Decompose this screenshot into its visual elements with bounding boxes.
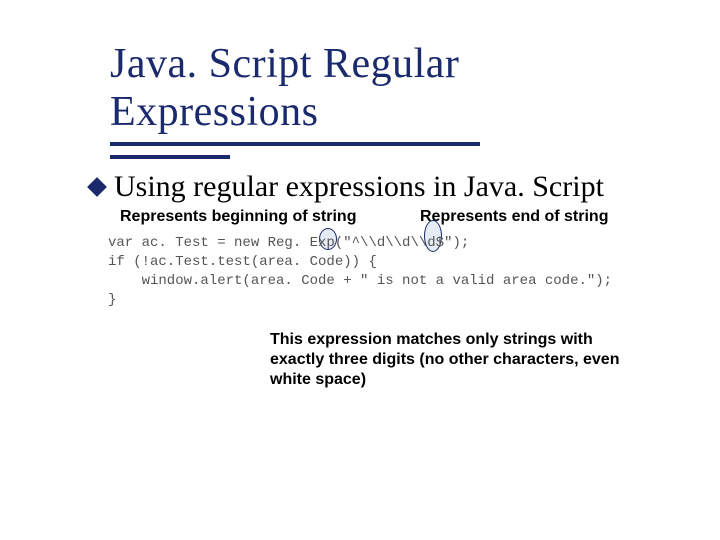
slide-title: Java. Script Regular Expressions (110, 40, 670, 136)
code-line-4: } (108, 292, 116, 308)
title-underline (110, 142, 480, 146)
code-line-3: window.alert(area. Code + " is not a val… (108, 273, 612, 289)
bullet-row: Using regular expressions in Java. Scrip… (90, 170, 604, 204)
bullet-text: Using regular expressions in Java. Scrip… (114, 170, 604, 204)
title-area: Java. Script Regular Expressions (110, 40, 670, 146)
code-line-1: var ac. Test = new Reg. Exp("^\\d\\d\\d$… (108, 235, 469, 251)
accent-bar (110, 155, 230, 159)
label-begin: Represents beginning of string (120, 208, 356, 226)
label-end: Represents end of string (420, 208, 608, 226)
code-block: var ac. Test = new Reg. Exp("^\\d\\d\\d$… (108, 234, 612, 310)
explanation-text: This expression matches only strings wit… (270, 330, 630, 390)
slide: Java. Script Regular Expressions Using r… (0, 0, 720, 540)
code-line-2: if (!ac.Test.test(area. Code)) { (108, 254, 377, 270)
diamond-bullet-icon (87, 177, 107, 197)
